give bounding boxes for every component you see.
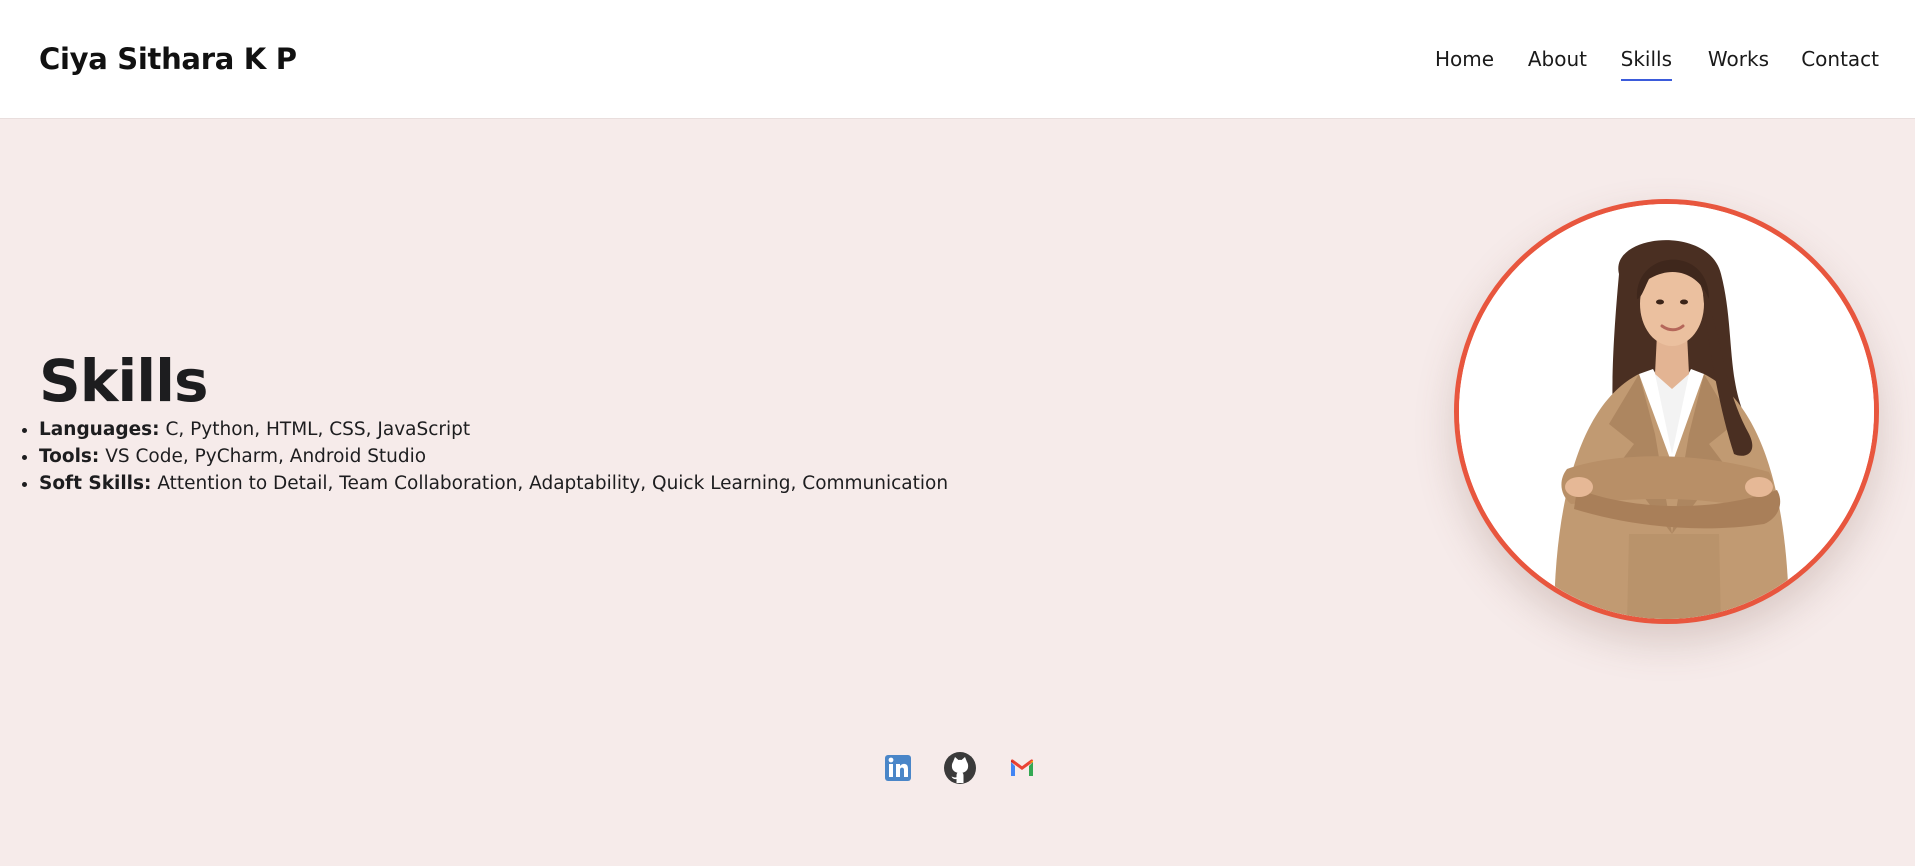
skill-value: Attention to Detail, Team Collaboration,… bbox=[157, 473, 949, 494]
nav-skills[interactable]: Skills bbox=[1620, 47, 1672, 81]
skill-label: Soft Skills: bbox=[39, 473, 152, 494]
skill-item-languages: Languages: C, Python, HTML, CSS, JavaScr… bbox=[39, 416, 948, 443]
skill-label: Languages: bbox=[39, 419, 160, 440]
skill-item-soft-skills: Soft Skills: Attention to Detail, Team C… bbox=[39, 470, 948, 497]
linkedin-icon[interactable] bbox=[880, 750, 916, 786]
skills-heading: Skills bbox=[39, 347, 209, 415]
profile-illustration bbox=[1459, 204, 1874, 619]
nav-home[interactable]: Home bbox=[1435, 47, 1494, 79]
nav-works[interactable]: Works bbox=[1708, 47, 1769, 79]
nav-about[interactable]: About bbox=[1528, 47, 1587, 79]
skill-item-tools: Tools: VS Code, PyCharm, Android Studio bbox=[39, 443, 948, 470]
skill-value: VS Code, PyCharm, Android Studio bbox=[105, 446, 427, 467]
gmail-icon[interactable] bbox=[1004, 750, 1040, 786]
nav-contact[interactable]: Contact bbox=[1801, 47, 1879, 79]
profile-photo bbox=[1454, 199, 1879, 624]
github-icon[interactable] bbox=[942, 750, 978, 786]
skill-label: Tools: bbox=[39, 446, 100, 467]
skill-value: C, Python, HTML, CSS, JavaScript bbox=[165, 419, 471, 440]
site-brand[interactable]: Ciya Sithara K P bbox=[39, 42, 297, 76]
skills-list: Languages: C, Python, HTML, CSS, JavaScr… bbox=[39, 416, 948, 497]
site-header: Ciya Sithara K P Home About Skills Works… bbox=[0, 0, 1915, 119]
